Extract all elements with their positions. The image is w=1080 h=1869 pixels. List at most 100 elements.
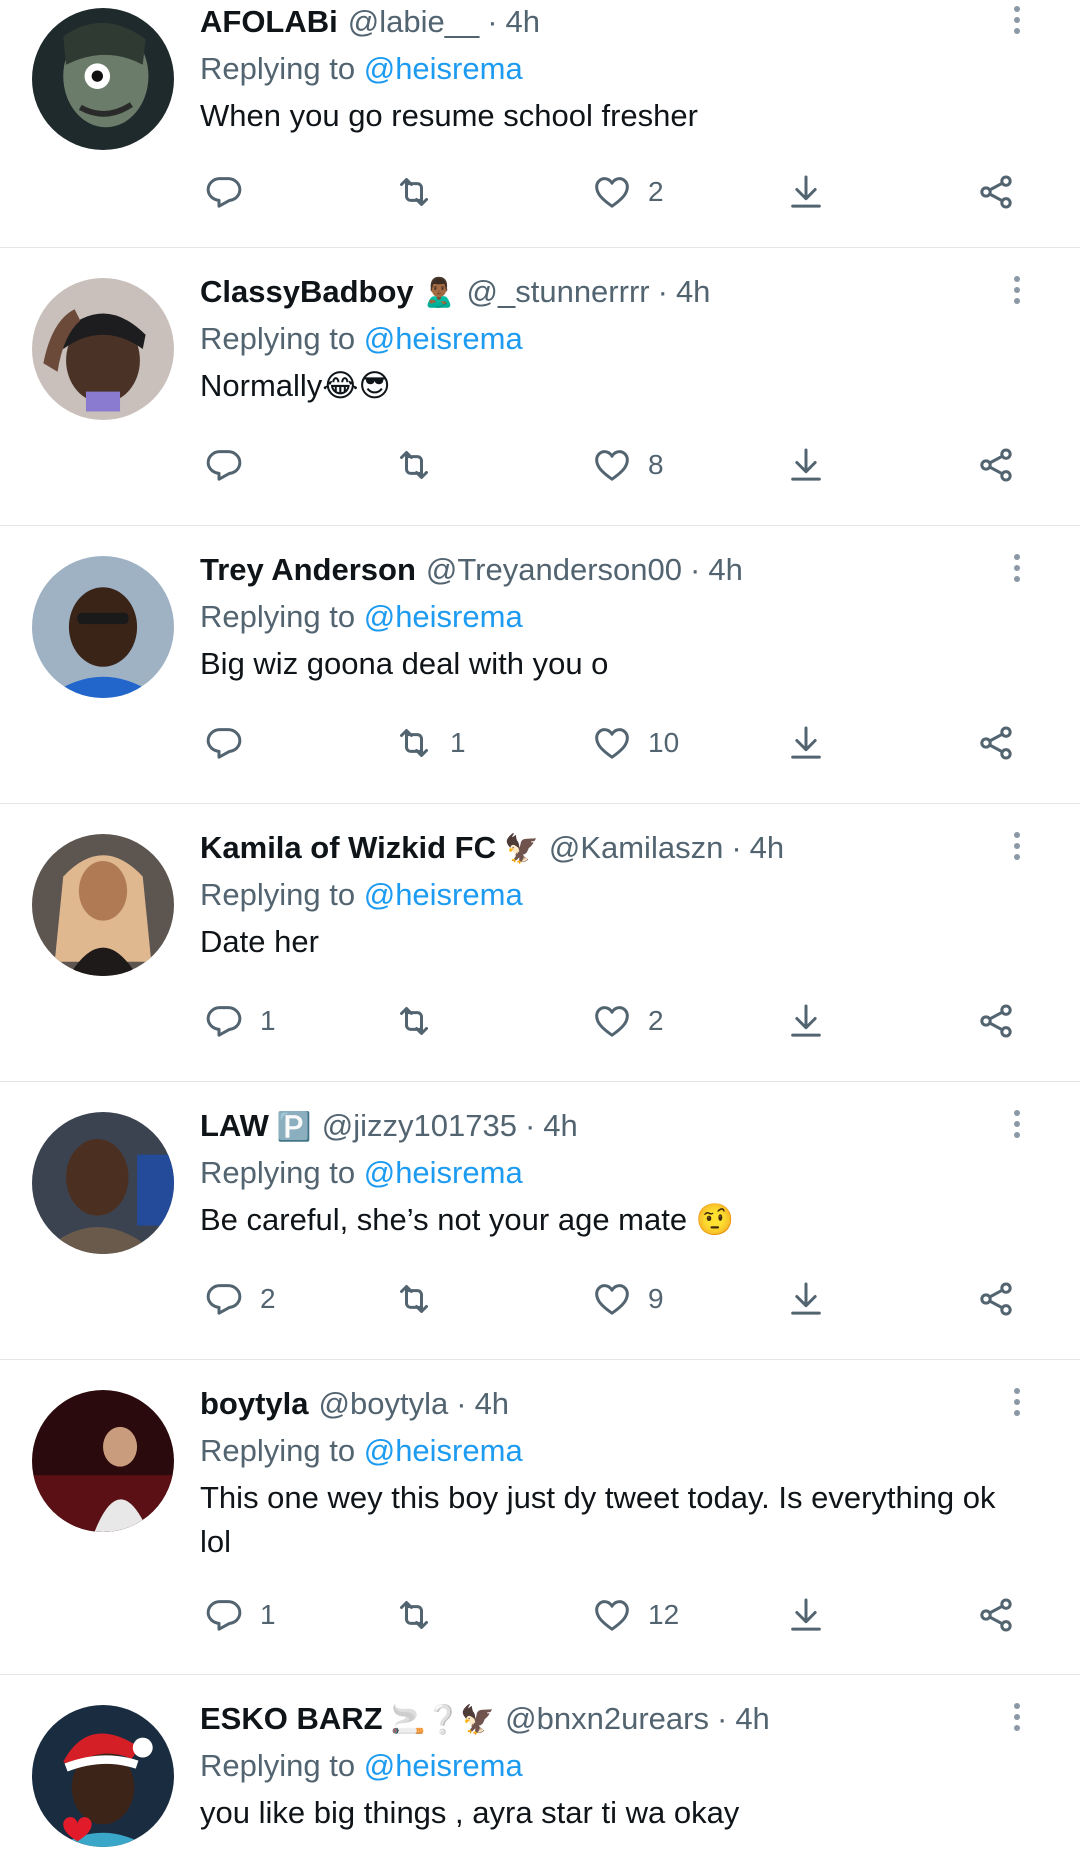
timestamp[interactable]: 4h [708, 552, 742, 588]
like-button[interactable]: 12 [592, 1585, 679, 1645]
like-count: 9 [648, 1283, 664, 1314]
download-button[interactable] [786, 1585, 826, 1645]
reply-button[interactable] [204, 713, 260, 773]
reply-button[interactable]: 1 [204, 1585, 276, 1645]
display-name[interactable]: AFOLABi [200, 4, 338, 40]
more-icon[interactable] [1002, 1104, 1032, 1144]
user-handle[interactable]: @bnxn2urears [505, 1701, 709, 1737]
download-button[interactable] [786, 162, 826, 222]
avatar[interactable] [32, 1705, 174, 1847]
retweet-button[interactable] [394, 991, 450, 1051]
share-icon [980, 1282, 1012, 1316]
like-button[interactable]: 8 [592, 435, 664, 495]
tweet-header: ClassyBadboy 🙎🏾‍♂️ @_stunnerrrr · 4h [200, 270, 1020, 314]
share-icon [980, 448, 1012, 482]
avatar[interactable] [32, 1112, 174, 1254]
replying-mention-link[interactable]: @heisrema [364, 321, 523, 356]
replying-label: Replying to [200, 321, 356, 356]
share-button[interactable] [976, 1269, 1016, 1329]
retweet-button[interactable] [394, 1585, 450, 1645]
avatar-image [32, 278, 174, 420]
download-button[interactable] [786, 1269, 826, 1329]
tweet[interactable]: AFOLABi @labie__ · 4h Replying to @heisr… [0, 0, 1080, 248]
avatar-image [32, 556, 174, 698]
avatar[interactable] [32, 556, 174, 698]
share-button[interactable] [976, 1585, 1016, 1645]
download-button[interactable] [786, 713, 826, 773]
replying-mention-link[interactable]: @heisrema [364, 1748, 523, 1783]
more-icon[interactable] [1002, 826, 1032, 866]
share-button[interactable] [976, 713, 1016, 773]
retweet-button[interactable] [394, 435, 450, 495]
tweet-body: Kamila of Wizkid FC 🦅 @Kamilaszn · 4h Re… [200, 826, 1020, 964]
more-icon[interactable] [1002, 548, 1032, 588]
like-button[interactable]: 2 [592, 991, 664, 1051]
user-handle[interactable]: @_stunnerrrr [467, 274, 650, 310]
timestamp[interactable]: 4h [735, 1701, 769, 1737]
tweet[interactable]: ClassyBadboy 🙎🏾‍♂️ @_stunnerrrr · 4h Rep… [0, 248, 1080, 526]
tweet-text: This one wey this boy just dy tweet toda… [200, 1480, 996, 1559]
user-handle[interactable]: @jizzy101735 [322, 1108, 517, 1144]
more-icon[interactable] [1002, 0, 1032, 40]
display-name[interactable]: boytyla [200, 1386, 309, 1422]
reply-button[interactable] [204, 435, 260, 495]
download-icon [791, 1282, 821, 1315]
tweet[interactable]: boytyla @boytyla · 4h Replying to @heisr… [0, 1360, 1080, 1675]
display-name[interactable]: ClassyBadboy [200, 274, 414, 310]
avatar[interactable] [32, 1390, 174, 1532]
reply-button[interactable]: 1 [204, 991, 276, 1051]
timestamp[interactable]: 4h [475, 1386, 509, 1422]
replying-mention-link[interactable]: @heisrema [364, 1155, 523, 1190]
retweet-button[interactable]: 1 [394, 713, 466, 773]
replying-mention-link[interactable]: @heisrema [364, 51, 523, 86]
user-handle[interactable]: @Treyanderson00 [426, 552, 682, 588]
more-icon[interactable] [1002, 1697, 1032, 1737]
retweet-icon [400, 451, 428, 479]
avatar[interactable] [32, 834, 174, 976]
replying-to: Replying to @heisrema [200, 1151, 1020, 1195]
display-name[interactable]: Kamila of Wizkid FC [200, 830, 496, 866]
user-handle[interactable]: @boytyla [319, 1386, 449, 1422]
like-button[interactable]: 2 [592, 162, 664, 222]
share-button[interactable] [976, 991, 1016, 1051]
timestamp[interactable]: 4h [506, 4, 540, 40]
like-button[interactable]: 9 [592, 1269, 664, 1329]
retweet-button[interactable] [394, 162, 450, 222]
tweet[interactable]: ESKO BARZ 🚬❔🦅 @bnxn2urears · 4h Replying… [0, 1675, 1080, 1869]
separator-dot: · [524, 1108, 536, 1143]
download-button[interactable] [786, 991, 826, 1051]
tweet[interactable]: LAW 🅿️ @jizzy101735 · 4h Replying to @he… [0, 1082, 1080, 1360]
display-name[interactable]: LAW [200, 1108, 269, 1144]
name-emoji: 🦅 [503, 832, 539, 864]
user-handle[interactable]: @Kamilaszn [549, 830, 723, 866]
reply-icon [206, 1284, 242, 1315]
replying-mention-link[interactable]: @heisrema [364, 877, 523, 912]
share-button[interactable] [976, 435, 1016, 495]
display-name[interactable]: Trey Anderson [200, 552, 416, 588]
replying-mention-link[interactable]: @heisrema [364, 599, 523, 634]
avatar[interactable] [32, 278, 174, 420]
more-icon[interactable] [1002, 270, 1032, 310]
share-button[interactable] [976, 162, 1016, 222]
download-button[interactable] [786, 435, 826, 495]
timestamp[interactable]: 4h [543, 1108, 577, 1144]
reply-icon [206, 177, 242, 208]
like-button[interactable]: 10 [592, 713, 679, 773]
tweet-header: Kamila of Wizkid FC 🦅 @Kamilaszn · 4h [200, 826, 1020, 870]
timestamp[interactable]: 4h [676, 274, 710, 310]
timestamp[interactable]: 4h [750, 830, 784, 866]
separator-dot: · [690, 552, 701, 587]
replying-mention-link[interactable]: @heisrema [364, 1433, 523, 1468]
reply-button[interactable] [204, 162, 260, 222]
separator-dot: · [657, 274, 668, 309]
tweet[interactable]: Trey Anderson @Treyanderson00 · 4h Reply… [0, 526, 1080, 804]
share-icon [980, 1004, 1012, 1038]
reply-button[interactable]: 2 [204, 1269, 276, 1329]
avatar[interactable] [32, 8, 174, 150]
display-name[interactable]: ESKO BARZ [200, 1701, 383, 1737]
user-handle[interactable]: @labie__ [348, 4, 479, 40]
retweet-button[interactable] [394, 1269, 450, 1329]
more-icon[interactable] [1002, 1382, 1032, 1422]
tweet[interactable]: Kamila of Wizkid FC 🦅 @Kamilaszn · 4h Re… [0, 804, 1080, 1082]
tweet-body: AFOLABi @labie__ · 4h Replying to @heisr… [200, 0, 1020, 138]
